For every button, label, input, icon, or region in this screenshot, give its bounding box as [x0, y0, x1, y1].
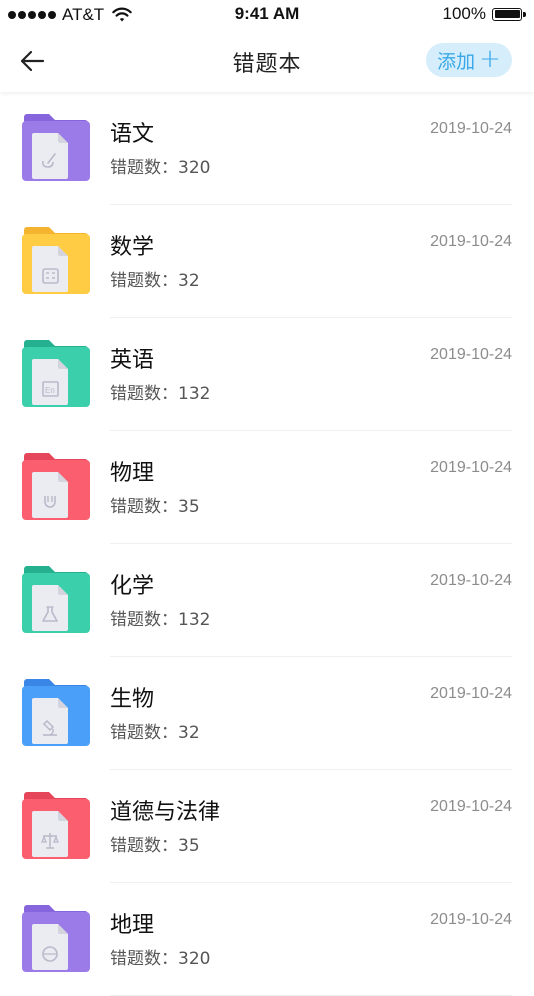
date-label: 2019-10-24: [430, 685, 512, 702]
error-count: 错题数：320: [110, 944, 210, 969]
folder-icon: En: [22, 340, 90, 407]
svg-text:En: En: [45, 386, 55, 395]
status-right: 100%: [442, 4, 526, 24]
error-count-value: 32: [178, 723, 200, 743]
date-label: 2019-10-24: [430, 911, 512, 928]
folder-icon: [22, 227, 90, 294]
subject-name: 道德与法律: [110, 800, 221, 825]
subject-name: 化学: [110, 574, 155, 599]
add-button-label: 添加: [437, 50, 476, 73]
date-label: 2019-10-24: [430, 459, 512, 476]
battery-icon: [492, 7, 526, 21]
subject-item[interactable]: 化学错题数：132 2019-10-24: [0, 544, 534, 657]
navigation-bar: 错题本 添加 +: [0, 30, 534, 92]
subject-item[interactable]: 数学错题数：32 2019-10-24: [0, 205, 534, 318]
error-count: 错题数：32: [110, 266, 200, 291]
subject-name: 物理: [110, 461, 155, 486]
folder-icon: [22, 679, 90, 746]
error-count-label: 错题数：: [110, 158, 178, 178]
date-label: 2019-10-24: [430, 798, 512, 815]
error-count: 错题数：35: [110, 492, 200, 517]
subject-name: 语文: [110, 122, 155, 147]
folder-icon: [22, 114, 90, 181]
subject-item[interactable]: 物理错题数：35 2019-10-24: [0, 431, 534, 544]
subject-list: 语文 错题数：320 2019-10-24 数学 错题数：32 2019-10-24 En 英…: [0, 92, 534, 996]
error-count-label: 错题数：: [110, 384, 178, 404]
error-count-label: 错题数：: [110, 271, 178, 291]
error-count-label: 错题数：: [110, 723, 178, 743]
add-button[interactable]: 添加 +: [426, 43, 512, 77]
date-label: 2019-10-24: [430, 233, 512, 250]
error-count-label: 错题数：: [110, 497, 178, 517]
error-count: 错题数：132: [110, 379, 210, 404]
subject-item[interactable]: 语文错题数：320 2019-10-24: [0, 92, 534, 205]
error-count: 错题数：320: [110, 153, 210, 178]
error-count-value: 132: [178, 610, 211, 630]
folder-icon: [22, 792, 90, 859]
date-label: 2019-10-24: [430, 346, 512, 363]
date-label: 2019-10-24: [430, 120, 512, 137]
error-count: 错题数：35: [110, 831, 200, 856]
error-count: 错题数：32: [110, 718, 200, 743]
status-bar: AT&T 9:41 AM 100%: [0, 0, 534, 30]
subject-item[interactable]: 地理错题数：320 2019-10-24: [0, 883, 534, 996]
subject-name: 生物: [110, 687, 155, 712]
error-count-value: 32: [178, 271, 200, 291]
battery-percent: 100%: [442, 4, 486, 23]
folder-icon: [22, 453, 90, 520]
date-label: 2019-10-24: [430, 572, 512, 589]
error-count-label: 错题数：: [110, 836, 178, 856]
subject-name: 英语: [110, 348, 155, 373]
folder-icon: [22, 905, 90, 972]
error-count-value: 320: [178, 949, 211, 969]
error-count-value: 132: [178, 384, 211, 404]
subject-name: 地理: [110, 913, 155, 938]
subject-item[interactable]: 道德与法律错题数：35 2019-10-24: [0, 770, 534, 883]
error-count-value: 35: [178, 497, 200, 517]
error-count-label: 错题数：: [110, 610, 178, 630]
error-count-value: 320: [178, 158, 211, 178]
folder-icon: [22, 566, 90, 633]
error-count-label: 错题数：: [110, 949, 178, 969]
error-count-value: 35: [178, 836, 200, 856]
error-count: 错题数：132: [110, 605, 210, 630]
plus-icon: +: [479, 44, 501, 74]
subject-item[interactable]: En 英语错题数：132 2019-10-24: [0, 318, 534, 431]
subject-name: 数学: [110, 235, 155, 260]
subject-item[interactable]: 生物错题数：32 2019-10-24: [0, 657, 534, 770]
